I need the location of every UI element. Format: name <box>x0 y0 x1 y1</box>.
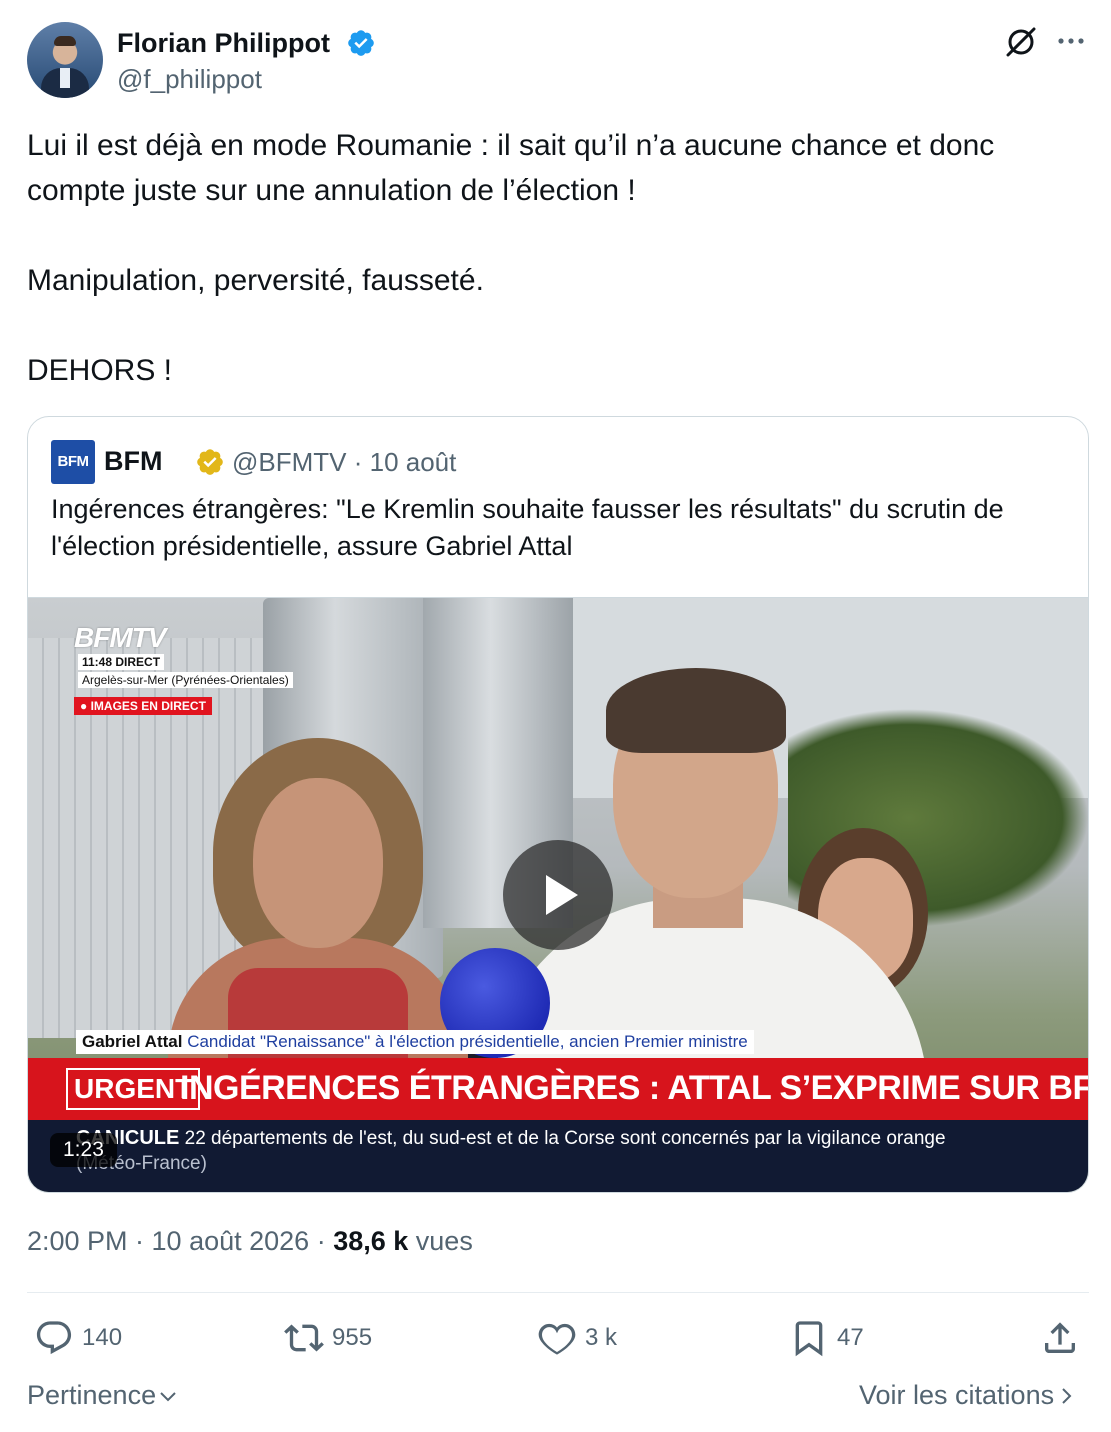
repost-icon <box>284 1324 324 1352</box>
heart-icon <box>538 1323 576 1355</box>
verified-gold-badge-icon <box>197 449 223 475</box>
chevron-right-icon <box>1062 1387 1072 1404</box>
sort-dropdown[interactable]: Pertinence <box>27 1380 180 1411</box>
live-location: Argelès-sur-Mer (Pyrénées-Orientales) <box>78 672 293 688</box>
bfmtv-logo: BFMTV <box>74 622 166 653</box>
repost-count: 955 <box>332 1324 373 1351</box>
tweet-text: Lui il est déjà en mode Roumanie : il sa… <box>27 123 1089 393</box>
tweet-header: Florian Philippot @f_philippot <box>27 22 1089 102</box>
urgent-headline: INGÉRENCES ÉTRANGÈRES : ATTAL S’EXPRIME … <box>180 1069 1089 1107</box>
bookmark-icon <box>795 1321 823 1357</box>
chevron-down-icon <box>160 1391 176 1401</box>
divider <box>27 1292 1089 1293</box>
speaker-name: Gabriel Attal <box>82 1032 183 1051</box>
reply-button[interactable]: 140 <box>34 1316 122 1360</box>
share-button[interactable] <box>1040 1316 1088 1360</box>
news-ticker: CANICULE 22 départements de l'est, du su… <box>28 1120 1088 1192</box>
live-badge: ● IMAGES EN DIRECT <box>74 697 212 715</box>
tweet-timestamp: 2:00 PM · 10 août 2026 · 38,6 k vues <box>27 1226 473 1257</box>
more-options-icon[interactable] <box>1057 36 1085 46</box>
quoted-author-name[interactable]: BFM <box>104 446 162 477</box>
tweet-paragraph: DEHORS ! <box>27 354 173 387</box>
author-avatar[interactable] <box>27 22 103 98</box>
repost-button[interactable]: 955 <box>284 1316 372 1360</box>
video-player[interactable]: BFMTV 11:48 DIRECT Argelès-sur-Mer (Pyré… <box>28 597 1089 1192</box>
tweet-paragraph: Lui il est déjà en mode Roumanie : il sa… <box>27 129 995 207</box>
post-time[interactable]: 2:00 PM · 10 août 2026 · <box>27 1226 333 1256</box>
quotes-link-label: Voir les citations <box>859 1380 1055 1410</box>
play-button[interactable] <box>503 840 613 950</box>
view-quotes-link[interactable]: Voir les citations <box>859 1380 1078 1411</box>
ticker-body: 22 départements de l'est, du sud-est et … <box>179 1128 946 1149</box>
bfm-avatar[interactable]: BFM <box>51 440 95 484</box>
sort-label: Pertinence <box>27 1380 157 1410</box>
quoted-tweet-header: BFM BFM @BFMTV · 10 août <box>51 439 1051 485</box>
verified-badge-icon <box>348 30 374 56</box>
speaker-strip: Gabriel Attal Candidat "Renaissance" à l… <box>76 1030 754 1054</box>
author-handle[interactable]: @f_philippot <box>117 64 262 95</box>
speaker-role: Candidat "Renaissance" à l'élection prés… <box>187 1032 748 1051</box>
video-duration: 1:23 <box>50 1133 117 1167</box>
urgent-banner: URGENT INGÉRENCES ÉTRANGÈRES : ATTAL S’E… <box>28 1058 1089 1120</box>
author-name[interactable]: Florian Philippot <box>117 28 330 59</box>
bookmark-count: 47 <box>837 1324 864 1351</box>
bookmark-button[interactable]: 47 <box>789 1316 864 1360</box>
ticker-text: CANICULE 22 départements de l'est, du su… <box>76 1126 976 1176</box>
views-label: vues <box>408 1226 473 1256</box>
views-count: 38,6 k <box>333 1226 409 1256</box>
quoted-handle-date: @BFMTV · 10 août <box>232 447 457 477</box>
tweet-paragraph: Manipulation, perversité, fausseté. <box>27 264 484 297</box>
play-icon <box>546 875 578 915</box>
live-time: 11:48 DIRECT <box>78 654 165 670</box>
share-icon <box>1045 1322 1075 1353</box>
reply-count: 140 <box>82 1324 123 1351</box>
like-count: 3 k <box>585 1324 618 1351</box>
reply-icon <box>36 1321 72 1355</box>
grok-icon[interactable] <box>1003 24 1039 60</box>
like-button[interactable]: 3 k <box>537 1316 617 1360</box>
quoted-tweet-text: Ingérences étrangères: "Le Kremlin souha… <box>51 494 1004 561</box>
quoted-tweet[interactable]: BFM BFM @BFMTV · 10 août Ingérences étra… <box>27 416 1089 1193</box>
